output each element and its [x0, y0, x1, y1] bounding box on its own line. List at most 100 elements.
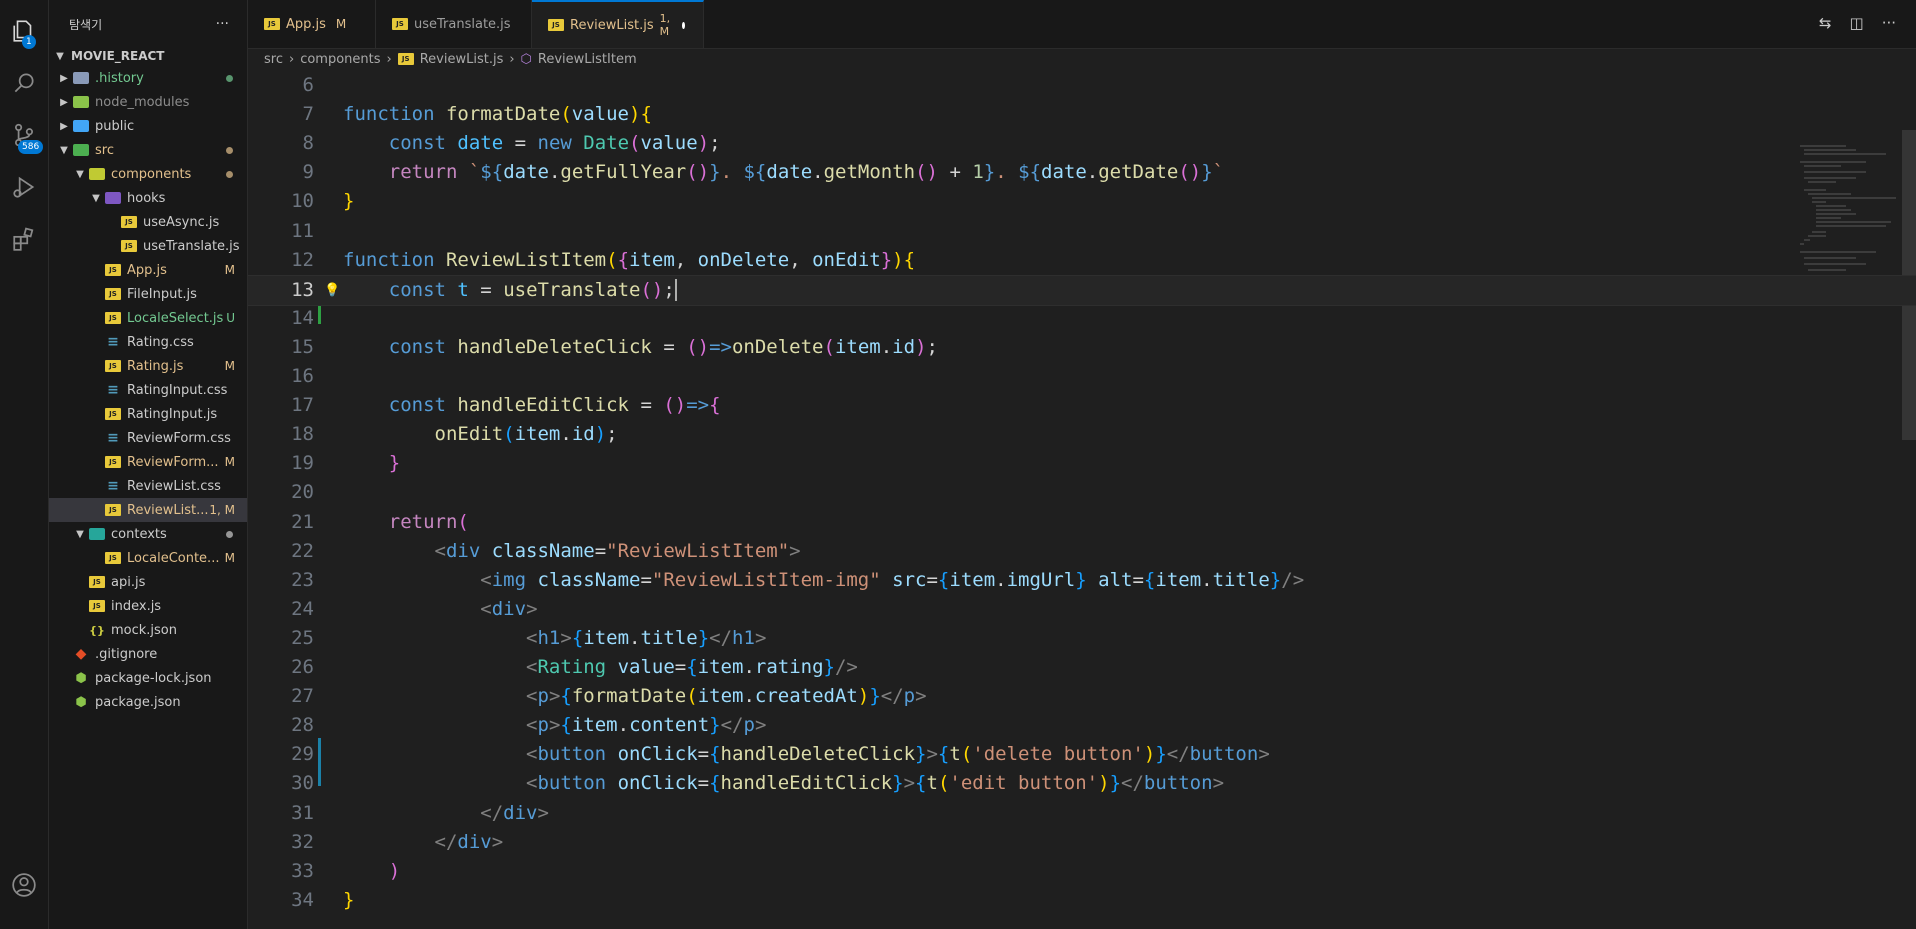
- code-token: (: [606, 248, 618, 271]
- tree-file[interactable]: JS api.js: [49, 570, 247, 594]
- code-line[interactable]: 17 const handleEditClick = ()=>{: [248, 391, 1916, 420]
- code-line[interactable]: 7 function formatDate(value){: [248, 100, 1916, 129]
- code-editor[interactable]: 6 7 function formatDate(value){8 const dat…: [248, 70, 1916, 929]
- tree-folder[interactable]: ▶ public: [49, 114, 247, 138]
- tree-file[interactable]: {} mock.json: [49, 618, 247, 642]
- code-token: </: [480, 801, 504, 824]
- code-token: ): [697, 132, 710, 155]
- code-line[interactable]: 16: [248, 362, 1916, 391]
- source-control-icon[interactable]: 586: [0, 112, 48, 158]
- code-token: =: [1132, 568, 1144, 591]
- lightbulb-icon[interactable]: 💡: [324, 276, 340, 305]
- tree-folder[interactable]: ▼ components: [49, 162, 247, 186]
- tree-item-label: components: [111, 166, 192, 182]
- tree-file[interactable]: JS useAsync.js: [49, 210, 247, 234]
- code-line[interactable]: 24 <div>: [248, 595, 1916, 624]
- breadcrumb-item[interactable]: components: [300, 52, 380, 67]
- code-line[interactable]: 6: [248, 71, 1916, 100]
- code-line[interactable]: 34}: [248, 886, 1916, 915]
- explorer-header: 탐색기 ···: [49, 0, 247, 48]
- code-line[interactable]: 31 </div>: [248, 799, 1916, 828]
- code-token: </: [434, 830, 458, 853]
- explorer-icon[interactable]: 1: [0, 8, 48, 54]
- code-token: .: [629, 626, 641, 649]
- tree-file[interactable]: JS ReviewForm... M: [49, 450, 247, 474]
- code-line[interactable]: 11: [248, 217, 1916, 246]
- tree-file[interactable]: ⬢ package-lock.json: [49, 666, 247, 690]
- tree-file[interactable]: JS useTranslate.js: [49, 234, 247, 258]
- code-token: .: [880, 335, 893, 358]
- code-line[interactable]: 14: [248, 304, 1916, 333]
- code-line[interactable]: 20: [248, 478, 1916, 507]
- js-file-icon: JS: [392, 18, 408, 30]
- tree-file[interactable]: ≡ ReviewForm.css: [49, 426, 247, 450]
- code-token: title: [640, 626, 698, 649]
- code-line[interactable]: 8 const date = new Date(value);: [248, 129, 1916, 158]
- code-line[interactable]: 29 <button onClick={handleDeleteClick}>{…: [248, 740, 1916, 769]
- code-token: </: [709, 626, 733, 649]
- tree-file[interactable]: ≡ Rating.css: [49, 330, 247, 354]
- compare-changes-icon[interactable]: ⇆: [1819, 14, 1832, 32]
- line-number: 15: [291, 335, 314, 358]
- code-line[interactable]: 18 onEdit(item.id);: [248, 420, 1916, 449]
- tree-file[interactable]: JS LocaleConte... M: [49, 546, 247, 570]
- code-line[interactable]: 23 <img className="ReviewListItem-img" s…: [248, 566, 1916, 595]
- code-token: `: [468, 161, 481, 184]
- code-token: const: [388, 278, 458, 301]
- tree-folder[interactable]: ▼ hooks: [49, 186, 247, 210]
- more-actions-icon[interactable]: ···: [1882, 14, 1896, 32]
- code-line[interactable]: 9 return `${date.getFullYear()}. ${date.…: [248, 158, 1916, 187]
- tree-file[interactable]: JS RatingInput.js: [49, 402, 247, 426]
- code-line[interactable]: 12 function ReviewListItem({item, onDelet…: [248, 246, 1916, 275]
- code-line[interactable]: 10}: [248, 187, 1916, 216]
- code-token: item: [571, 714, 618, 737]
- tree-file[interactable]: ≡ RatingInput.css: [49, 378, 247, 402]
- code-line[interactable]: 27 <p>{formatDate(item.createdAt)}</p>: [248, 682, 1916, 711]
- code-line[interactable]: 15 const handleDeleteClick = ()=>onDelet…: [248, 333, 1916, 362]
- code-line[interactable]: 28 <p>{item.content}</p>: [248, 711, 1916, 740]
- run-debug-icon[interactable]: [0, 164, 48, 210]
- breadcrumb-item[interactable]: src: [264, 52, 283, 67]
- split-editor-icon[interactable]: ◫: [1850, 14, 1864, 32]
- unsaved-dot-icon[interactable]: [682, 21, 685, 29]
- tab-usetranslate-js[interactable]: JS useTranslate.js: [376, 0, 532, 48]
- tree-file[interactable]: JS LocaleSelect.js U: [49, 306, 247, 330]
- tree-file[interactable]: JS App.js M: [49, 258, 247, 282]
- line-number: 33: [291, 859, 314, 882]
- tree-file[interactable]: JS ReviewList... 1, M: [49, 498, 247, 522]
- code-token: >: [537, 801, 549, 824]
- account-icon[interactable]: [0, 862, 48, 908]
- code-line[interactable]: 19 }: [248, 449, 1916, 478]
- tab-app-js[interactable]: JS App.js M: [248, 0, 376, 48]
- code-line[interactable]: 22 <div className="ReviewListItem">: [248, 537, 1916, 566]
- line-number: 24: [291, 597, 314, 620]
- tree-folder[interactable]: ▼ src: [49, 138, 247, 162]
- code-line[interactable]: 26 <Rating value={item.rating}/>: [248, 653, 1916, 682]
- code-line[interactable]: 30 <button onClick={handleEditClick}>{t(…: [248, 769, 1916, 798]
- tree-file[interactable]: JS FileInput.js: [49, 282, 247, 306]
- tree-file[interactable]: ⬢ package.json: [49, 690, 247, 714]
- code-line[interactable]: 33 ): [248, 857, 1916, 886]
- tree-file[interactable]: ≡ ReviewList.css: [49, 474, 247, 498]
- search-icon[interactable]: [0, 60, 48, 106]
- code-line[interactable]: 21 return(: [248, 508, 1916, 537]
- tree-folder[interactable]: ▶ .history: [49, 66, 247, 90]
- more-actions-icon[interactable]: ···: [216, 16, 229, 32]
- tree-file[interactable]: ◆ .gitignore: [49, 642, 247, 666]
- tree-file[interactable]: JS Rating.js M: [49, 354, 247, 378]
- tab-reviewlist-js[interactable]: JS ReviewList.js 1, M: [532, 0, 704, 48]
- code-line[interactable]: 32 </div>: [248, 828, 1916, 857]
- code-line[interactable]: 13 💡 const t = useTranslate();: [248, 274, 1916, 306]
- extensions-icon[interactable]: [0, 216, 48, 262]
- chevron-right-icon: ▶: [60, 96, 68, 108]
- tree-folder[interactable]: ▶ node_modules: [49, 90, 247, 114]
- json-file-icon: {}: [89, 623, 105, 637]
- tree-file[interactable]: JS index.js: [49, 594, 247, 618]
- tree-folder[interactable]: ▼ contexts: [49, 522, 247, 546]
- breadcrumb-item[interactable]: ReviewList.js: [420, 52, 504, 67]
- code-line[interactable]: 25 <h1>{item.title}</h1>: [248, 624, 1916, 653]
- breadcrumb-item[interactable]: ReviewListItem: [538, 52, 637, 67]
- workspace-root[interactable]: ▼ MOVIE_REACT: [49, 46, 247, 66]
- activity-bar: 1 586: [0, 0, 49, 929]
